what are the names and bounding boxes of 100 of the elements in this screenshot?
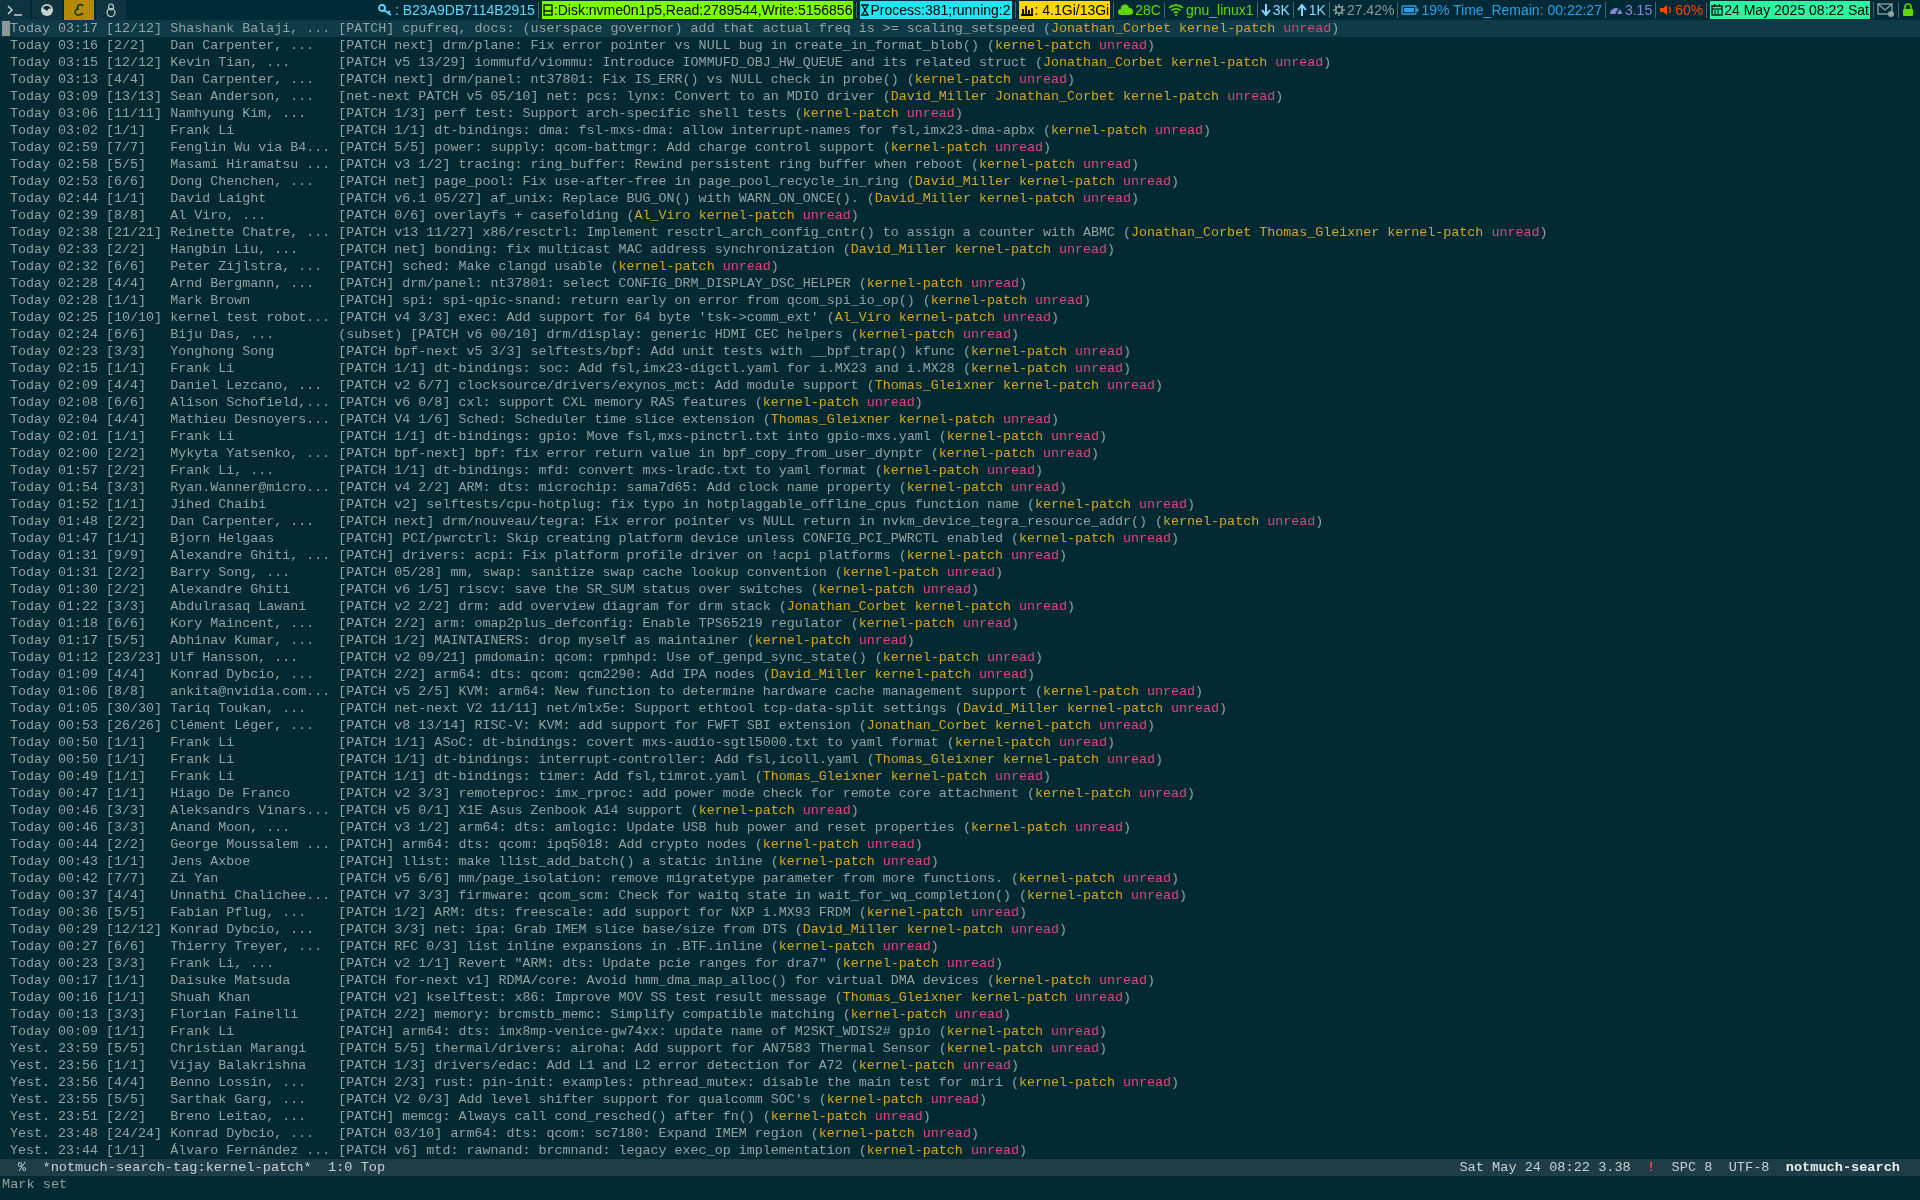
message-row[interactable]: Today 02:24 [6/6] Biju Das, ... (subset) [PATCH v6 00/10] drm/display: generic HDMI CEC helpers (kernel-patch unread) bbox=[0, 326, 1920, 343]
bracket-text: ( bbox=[986, 37, 995, 54]
mode-line-text: % bbox=[18, 1159, 27, 1176]
message-row[interactable]: Yest. 23:48 [24/24] Konrad Dybcio, ... [PATCH 03/10] arm64: dts: qcom: sc7180: Expand IMEM region (kernel-patch unread) bbox=[0, 1125, 1920, 1142]
date-text: Today 01:22 bbox=[10, 598, 100, 615]
bracket-text: ( bbox=[962, 819, 971, 836]
bracket-text: ( bbox=[866, 190, 875, 207]
message-row[interactable]: Today 01:57 [2/2] Frank Li, ... [PATCH 1/1] dt-bindings: mfd: convert mxs-lradc.txt to yaml format (kernel-patch unread) bbox=[0, 462, 1920, 479]
message-row[interactable]: Today 03:16 [2/2] Dan Carpenter, ... [PATCH next] drm/plane: Fix error pointer vs NULL bug in create_in_format_blob() (kernel-patch unread) bbox=[0, 37, 1920, 54]
subject-text: [PATCH next] drm/nouveau/tegra: Fix error pointer vs NULL return in nvkm_device_tegra_resource_addr() bbox=[338, 513, 1148, 530]
message-row[interactable]: Today 00:36 [5/5] Fabian Pflug, ... [PATCH 1/2] ARM: dts: freescale: add support for NXP i.MX93 FRDM (kernel-patch unread) bbox=[0, 904, 1920, 921]
message-row[interactable]: Today 01:48 [2/2] Dan Carpenter, ... [PATCH next] drm/nouveau/tegra: Fix error pointer vs NULL return in nvkm_device_tegra_resource_addr() (kernel-patch unread) bbox=[0, 513, 1920, 530]
message-row[interactable]: Today 01:12 [23/23] Ulf Hansson, ... [PATCH v2 09/21] pmdomain: qcom: rpmhpd: Use of_genpd_sync_state() (kernel-patch unread) bbox=[0, 649, 1920, 666]
workspace-button[interactable] bbox=[64, 0, 94, 20]
tag-label: kernel-patch bbox=[698, 802, 795, 819]
message-row[interactable]: Today 02:25 [10/10] kernel test robot... [PATCH v4 3/3] exec: Add support for 64 byte 'tsk->comm_ext' (Al_Viro kernel-patch unread) bbox=[0, 309, 1920, 326]
message-row[interactable]: Today 00:17 [1/1] Daisuke Matsuda [PATCH for-next v1] RDMA/core: Avoid hmm_dma_map_alloc() for virtual DMA devices (kernel-patch unread) bbox=[0, 972, 1920, 989]
date-text: Today 00:43 bbox=[10, 853, 100, 870]
message-row[interactable]: Today 03:17 [12/12] Shashank Balaji, ... [PATCH] cpufreq, docs: (userspace governor) add that actual freq is >= scaling_setspeed (Jonathan_Corbet kernel-patch unread) bbox=[0, 20, 1920, 37]
message-row[interactable]: Today 03:09 [13/13] Sean Anderson, ... [net-next PATCH v5 05/10] net: pcs: lynx: Convert to an MDIO driver (David_Miller Jonathan_Corbet kernel-patch unread) bbox=[0, 88, 1920, 105]
message-row[interactable]: Today 00:44 [2/2] George Moussalem ... [PATCH] arm64: dts: qcom: ipq5018: Add crypto nodes (kernel-patch unread) bbox=[0, 836, 1920, 853]
author-text: Hiago De Franco bbox=[170, 785, 292, 802]
message-row[interactable]: Today 00:29 [12/12] Konrad Dybcio, ... [PATCH 3/3] net: ipa: Grab IMEM slice base/size from DTS (David_Miller kernel-patch unread) bbox=[0, 921, 1920, 938]
message-row[interactable]: Yest. 23:56 [4/4] Benno Lossin, ... [PATCH 2/3] rust: pin-init: examples: pthread_mutex: disable the main test for miri (kernel-patch unread) bbox=[0, 1074, 1920, 1091]
message-row[interactable]: Yest. 23:44 [1/1] Álvaro Fernández ... [PATCH v6] mtd: rawnand: brcmnand: legacy exec_op implementation (kernel-patch unread) bbox=[0, 1142, 1920, 1159]
workspace-button[interactable] bbox=[96, 0, 126, 20]
message-row[interactable]: Today 01:47 [1/1] Bjorn Helgaas [PATCH] PCI/pwrctrl: Skip creating platform device unless CONFIG_PCI_PWRCTL enabled (kernel-patch unread) bbox=[0, 530, 1920, 547]
message-row[interactable]: Yest. 23:59 [5/5] Christian Marangi [PATCH 5/5] thermal/drivers: airoha: Add support for AN7583 Thermal Sensor (kernel-patch unread) bbox=[0, 1040, 1920, 1057]
message-row[interactable]: Today 02:32 [6/6] Peter Zijlstra, ... [PATCH] sched: Make clangd usable (kernel-patch unread) bbox=[0, 258, 1920, 275]
message-row[interactable]: Today 01:05 [30/30] Tariq Toukan, ... [PATCH net-next V2 11/11] net/mlx5e: Support ethtool tcp-data-split settings (David_Miller kernel-patch unread) bbox=[0, 700, 1920, 717]
message-row[interactable]: Today 02:33 [2/2] Hangbin Liu, ... [PATCH net] bonding: fix multicast MAC address synchronization (David_Miller kernel-patch unread) bbox=[0, 241, 1920, 258]
tag-label: David_Miller bbox=[802, 921, 899, 938]
workspace-button[interactable] bbox=[32, 0, 62, 20]
message-row[interactable]: Today 02:09 [4/4] Daniel Lezcano, ... [PATCH v2 6/7] clocksource/drivers/exynos_mct: Add module support (Thomas_Gleixner kernel-patch unread) bbox=[0, 377, 1920, 394]
message-row[interactable]: Today 03:06 [11/11] Namhyung Kim, ... [PATCH 1/3] perf test: Support arch-specific shell tests (kernel-patch unread) bbox=[0, 105, 1920, 122]
message-row[interactable]: Today 00:27 [6/6] Thierry Treyer, ... [PATCH RFC 0/3] list inline expansions in .BTF.inline (kernel-patch unread) bbox=[0, 938, 1920, 955]
count-text: [5/5] bbox=[106, 632, 148, 649]
message-row[interactable]: Today 00:16 [1/1] Shuah Khan [PATCH v2] kselftest: x86: Improve MOV SS test result message (Thomas_Gleixner kernel-patch unread) bbox=[0, 989, 1920, 1006]
message-row[interactable]: Today 00:53 [26/26] Clément Léger, ... [PATCH v8 13/14] RISC-V: KVM: add support for FWFT SBI extension (Jonathan_Corbet kernel-patch unread) bbox=[0, 717, 1920, 734]
message-row[interactable]: Today 02:38 [21/21] Reinette Chatre, ... [PATCH v13 11/27] x86/resctrl: Implement resctrl_arch_config_cntr() to assign a counter with ABMC (Jonathan_Corbet Thomas_Gleixner kernel-patch unread) bbox=[0, 224, 1920, 241]
unread-tag: unread bbox=[1042, 445, 1091, 462]
message-row[interactable]: Today 00:46 [3/3] Anand Moon, ... [PATCH v3 1/2] arm64: dts: amlogic: Update USB hub power and reset properties (kernel-patch unread) bbox=[0, 819, 1920, 836]
message-row[interactable]: Today 00:42 [7/7] Zi Yan [PATCH v5 6/6] mm/page_isolation: remove migratetype parameter from more functions. (kernel-patch unread) bbox=[0, 870, 1920, 887]
message-row[interactable]: Today 00:13 [3/3] Florian Fainelli [PATCH 2/2] memory: brcmstb_memc: Simplify compatible matching (kernel-patch unread) bbox=[0, 1006, 1920, 1023]
message-row[interactable]: Today 01:17 [5/5] Abhinav Kumar, ... [PATCH 1/2] MAINTAINERS: drop myself as maintainer (kernel-patch unread) bbox=[0, 632, 1920, 649]
message-row[interactable]: Today 00:46 [3/3] Aleksandrs Vinars... [PATCH v5 0/1] X1E Asus Zenbook A14 support (kernel-patch unread) bbox=[0, 802, 1920, 819]
message-row[interactable]: Today 03:15 [12/12] Kevin Tian, ... [PATCH v5 13/29] iommufd/viommu: Introduce IOMMUFD_OBJ_HW_QUEUE and its related struct (Jonathan_Corbet kernel-patch unread) bbox=[0, 54, 1920, 71]
message-row[interactable]: Today 01:09 [4/4] Konrad Dybcio, ... [PATCH 2/2] arm64: dts: qcom: qcm2290: Add IPA nodes (David_Miller kernel-patch unread) bbox=[0, 666, 1920, 683]
unread-tag: unread bbox=[882, 853, 931, 870]
message-row[interactable]: Today 02:00 [2/2] Mykyta Yatsenko, ... [PATCH bpf-next] bpf: fix error return value in bpf_copy_from_user_dynptr (kernel-patch unread) bbox=[0, 445, 1920, 462]
message-row[interactable]: Today 02:01 [1/1] Frank Li [PATCH 1/1] dt-bindings: gpio: Move fsl,mxs-pinctrl.txt into gpio-mxs.yaml (kernel-patch unread) bbox=[0, 428, 1920, 445]
date-text: Today 02:32 bbox=[10, 258, 100, 275]
bracket-text: ( bbox=[970, 156, 979, 173]
message-row[interactable]: Today 00:09 [1/1] Frank Li [PATCH] arm64: dts: imx8mp-venice-gw74xx: update name of M2SKT_WDIS2# gpio (kernel-patch unread) bbox=[0, 1023, 1920, 1040]
message-row[interactable]: Today 00:37 [4/4] Unnathi Chalichee... [PATCH v7 3/3] firmware: qcom_scm: Check for waitq state in wait_for_wq_completion() (kernel-patch unread) bbox=[0, 887, 1920, 904]
bracket-text: ( bbox=[1010, 870, 1019, 887]
message-row[interactable]: Today 01:52 [1/1] Jihed Chaibi [PATCH v2] selftests/cpu-hotplug: fix typo in hotplaggable_offline_cpus function name (kernel-patch unread) bbox=[0, 496, 1920, 513]
message-row[interactable]: Today 02:44 [1/1] David Laight [PATCH v6.1 05/27] af_unix: Replace BUG_ON() with WARN_ON_ONCE(). (David_Miller kernel-patch unread) bbox=[0, 190, 1920, 207]
tag-label: kernel-patch bbox=[946, 1040, 1043, 1057]
message-row[interactable]: Yest. 23:55 [5/5] Sarthak Garg, ... [PATCH V2 0/3] Add level shifter support for qualcomm SOC's (kernel-patch unread) bbox=[0, 1091, 1920, 1108]
bracket-text: ) bbox=[1010, 615, 1019, 632]
message-row[interactable]: Today 01:18 [6/6] Kory Maincent, ... [PATCH 2/2] arm: omap2plus_defconfig: Enable TPS65219 regulator (kernel-patch unread) bbox=[0, 615, 1920, 632]
message-row[interactable]: Today 01:06 [8/8] ankita@nvidia.com... [PATCH v5 2/5] KVM: arm64: New function to determine hardware cache management support (kernel-patch unread) bbox=[0, 683, 1920, 700]
date-text: Today 01:57 bbox=[10, 462, 100, 479]
message-row[interactable]: Today 00:43 [1/1] Jens Axboe [PATCH] llist: make llist_add_batch() a static inline (kernel-patch unread) bbox=[0, 853, 1920, 870]
unread-tag: unread bbox=[922, 581, 971, 598]
unread-tag: unread bbox=[1139, 496, 1188, 513]
message-row[interactable]: Today 02:28 [1/1] Mark Brown [PATCH] spi: spi-qpic-snand: return early on error from qcom_spi_io_op() (kernel-patch unread) bbox=[0, 292, 1920, 309]
workspace-button[interactable] bbox=[0, 0, 30, 20]
message-row[interactable]: Today 01:54 [3/3] Ryan.Wanner@micro... [PATCH v4 2/2] ARM: dts: microchip: sama7d65: Add clock name property (kernel-patch unread) bbox=[0, 479, 1920, 496]
message-row[interactable]: Today 02:28 [4/4] Arnd Bergmann, ... [PATCH] drm/panel: nt37801: select CONFIG_DRM_DISPLAY_DSC_HELPER (kernel-patch unread) bbox=[0, 275, 1920, 292]
message-row[interactable]: Today 02:59 [7/7] Fenglin Wu via B4... [PATCH 5/5] power: supply: qcom-battmgr: Add charge control support (kernel-patch unread) bbox=[0, 139, 1920, 156]
message-row[interactable]: Today 02:23 [3/3] Yonghong Song [PATCH bpf-next v5 3/3] selftests/bpf: Add unit tests with __bpf_trap() kfunc (kernel-patch unread) bbox=[0, 343, 1920, 360]
subject-text: [PATCH v6 1/5] riscv: save the SR_SUM status over switches bbox=[338, 581, 803, 598]
message-row[interactable]: Today 00:50 [1/1] Frank Li [PATCH 1/1] dt-bindings: interrupt-controller: Add fsl,icoll.yaml (Thomas_Gleixner kernel-patch unread) bbox=[0, 751, 1920, 768]
bracket-text: ) bbox=[930, 853, 939, 870]
message-row[interactable]: Yest. 23:56 [1/1] Vijay Balakrishna [PATCH 1/3] drivers/edac: Add L1 and L2 error detection for A72 (kernel-patch unread) bbox=[0, 1057, 1920, 1074]
unread-tag: unread bbox=[1171, 700, 1220, 717]
author-text: Shashank Balaji, ... bbox=[170, 20, 332, 37]
message-row[interactable]: Today 00:49 [1/1] Frank Li [PATCH 1/1] dt-bindings: timer: Add fsl,timrot.yaml (Thomas_Gleixner kernel-patch unread) bbox=[0, 768, 1920, 785]
message-row[interactable]: Today 00:50 [1/1] Frank Li [PATCH 1/1] ASoC: dt-bindings: covert mxs-audio-sgtl5000.txt to yaml format (kernel-patch unread) bbox=[0, 734, 1920, 751]
message-row[interactable]: Today 02:15 [1/1] Frank Li [PATCH 1/1] dt-bindings: soc: Add fsl,imx23-digctl.yaml for i.MX23 and i.MX28 (kernel-patch unread) bbox=[0, 360, 1920, 377]
message-row[interactable]: Today 02:08 [6/6] Alison Schofield,... [PATCH v6 0/8] cxl: support CXL memory RAS features (kernel-patch unread) bbox=[0, 394, 1920, 411]
message-row[interactable]: Today 02:04 [4/4] Mathieu Desnoyers... [PATCH V4 1/6] Sched: Scheduler time slice extension (Thomas_Gleixner kernel-patch unread) bbox=[0, 411, 1920, 428]
message-row[interactable]: Today 01:31 [2/2] Barry Song, ... [PATCH 05/28] mm, swap: sanitize swap cache lookup convention (kernel-patch unread) bbox=[0, 564, 1920, 581]
message-row[interactable]: Yest. 23:51 [2/2] Breno Leitao, ... [PATCH] memcg: Always call cond_resched() after fn() (kernel-patch unread) bbox=[0, 1108, 1920, 1125]
message-row[interactable]: Today 01:30 [2/2] Alexandre Ghiti [PATCH v6 1/5] riscv: save the SR_SUM status over switches (kernel-patch unread) bbox=[0, 581, 1920, 598]
message-row[interactable]: Today 01:31 [9/9] Alexandre Ghiti, ... [PATCH] drivers: acpi: Fix platform profile driver on !acpi platforms (kernel-patch unread) bbox=[0, 547, 1920, 564]
tag-label: kernel-patch bbox=[1066, 700, 1164, 717]
message-row[interactable]: Today 03:02 [1/1] Frank Li [PATCH 1/1] dt-bindings: dma: fsl-mxs-dma: allow interrupt-names for fsl,imx23-dma-apbx (kernel-patch unread) bbox=[0, 122, 1920, 139]
bracket-text: ) bbox=[1123, 989, 1132, 1006]
message-row[interactable]: Today 02:58 [5/5] Masami Hiramatsu ... [PATCH v3 1/2] tracing: ring_buffer: Rewind persistent ring buffer when reboot (kernel-patch unread) bbox=[0, 156, 1920, 173]
message-row[interactable]: Today 02:39 [8/8] Al Viro, ... [PATCH 0/6] overlayfs + casefolding (Al_Viro kernel-patch unread) bbox=[0, 207, 1920, 224]
message-row[interactable]: Today 02:53 [6/6] Dong Chenchen, ... [PATCH net] page_pool: Fix use-after-free in page_pool_recycle_in_ring (David_Miller kernel-patch unread) bbox=[0, 173, 1920, 190]
message-row[interactable]: Today 03:13 [4/4] Dan Carpenter, ... [PATCH next] drm/panel: nt37801: Fix IS_ERR() vs NULL check in probe() (kernel-patch unread) bbox=[0, 71, 1920, 88]
message-row[interactable]: Today 01:22 [3/3] Abdulrasaq Lawani [PATCH v2 2/2] drm: add overview diagram for drm stack (Jonathan_Corbet kernel-patch unread) bbox=[0, 598, 1920, 615]
date-text: Today 02:25 bbox=[10, 309, 100, 326]
bracket-text: ) bbox=[1067, 598, 1075, 615]
message-row[interactable]: Today 00:47 [1/1] Hiago De Franco [PATCH v2 3/3] remoteproc: imx_rproc: add power mode check for remote core attachment (kernel-patch unread) bbox=[0, 785, 1920, 802]
message-row[interactable]: Today 00:23 [3/3] Frank Li, ... [PATCH v2 1/1] Revert "ARM: dts: Update pcie ranges for dra7" (kernel-patch unread) bbox=[0, 955, 1920, 972]
